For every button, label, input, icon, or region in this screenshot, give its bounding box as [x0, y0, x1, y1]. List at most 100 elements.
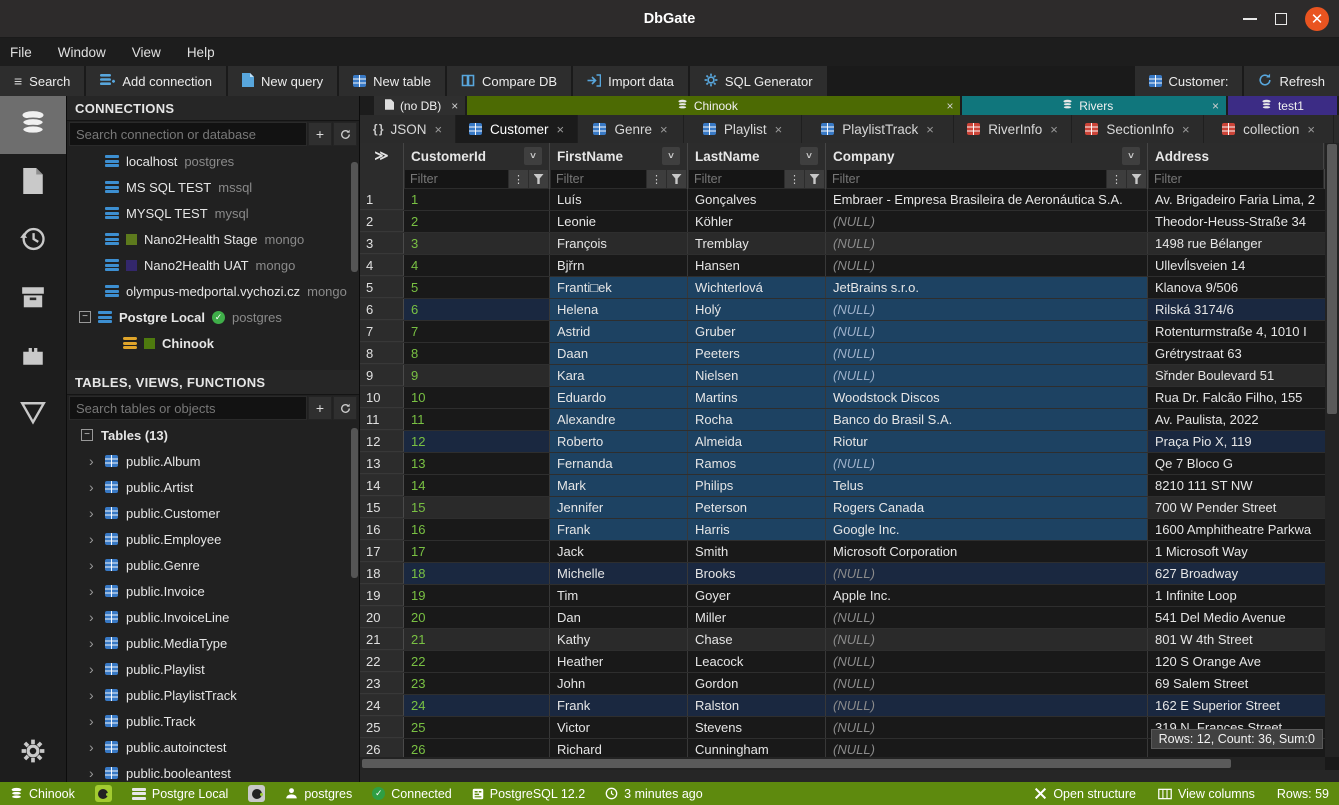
cell-lastname[interactable]: Almeida — [688, 431, 826, 452]
cell-firstname[interactable]: Roberto — [550, 431, 688, 452]
add-table-small-button[interactable]: + — [308, 396, 332, 420]
connection-item-olympusmedportalvychozicz[interactable]: olympus-medportal.vychozi.czmongo — [67, 278, 359, 304]
connection-item-chinook[interactable]: Chinook — [67, 330, 359, 356]
cell-firstname[interactable]: Jack — [550, 541, 688, 562]
new-table-button[interactable]: New table — [339, 66, 445, 96]
cell-company[interactable]: Telus — [826, 475, 1148, 496]
filter-input[interactable]: Filter — [689, 170, 784, 188]
table-item-publicartist[interactable]: ›public.Artist — [67, 474, 359, 500]
add-connection-button[interactable]: Add connection — [86, 66, 226, 96]
menu-file[interactable]: File — [10, 45, 32, 60]
table-item-publicinvoice[interactable]: ›public.Invoice — [67, 578, 359, 604]
cell-company[interactable]: (NULL) — [826, 365, 1148, 386]
row-number[interactable]: 2 — [360, 211, 404, 232]
row-number[interactable]: 1 — [360, 189, 404, 210]
cell-lastname[interactable]: Nielsen — [688, 365, 826, 386]
column-dropdown-icon[interactable]: ˅ — [800, 147, 818, 165]
cell-company[interactable]: Microsoft Corporation — [826, 541, 1148, 562]
filter-menu-button[interactable]: ⋮ — [785, 170, 804, 188]
close-icon[interactable]: × — [435, 122, 443, 137]
close-icon[interactable]: × — [1307, 122, 1315, 137]
cell-company[interactable]: (NULL) — [826, 651, 1148, 672]
cell-address[interactable]: 801 W 4th Street — [1148, 629, 1339, 650]
connection-item-nano2healthuat[interactable]: Nano2Health UATmongo — [67, 252, 359, 278]
cell-customerid[interactable]: 14 — [404, 475, 550, 496]
table-item-publicplaylist[interactable]: ›public.Playlist — [67, 656, 359, 682]
cell-address[interactable]: 162 E Superior Street — [1148, 695, 1339, 716]
close-icon[interactable]: × — [451, 99, 458, 113]
row-number[interactable]: 3 — [360, 233, 404, 254]
cell-address[interactable]: 120 S Orange Ave — [1148, 651, 1339, 672]
row-number[interactable]: 5 — [360, 277, 404, 298]
cell-address[interactable]: Ullevĺlsveien 14 — [1148, 255, 1339, 276]
cell-company[interactable]: JetBrains s.r.o. — [826, 277, 1148, 298]
cell-customerid[interactable]: 22 — [404, 651, 550, 672]
cell-lastname[interactable]: Ralston — [688, 695, 826, 716]
row-number[interactable]: 22 — [360, 651, 404, 672]
cell-lastname[interactable]: Rocha — [688, 409, 826, 430]
cell-company[interactable]: (NULL) — [826, 211, 1148, 232]
connection-item-mysqltest[interactable]: MYSQL TESTmysql — [67, 200, 359, 226]
cell-company[interactable]: (NULL) — [826, 563, 1148, 584]
connection-item-nano2healthstage[interactable]: Nano2Health Stagemongo — [67, 226, 359, 252]
cell-lastname[interactable]: Gordon — [688, 673, 826, 694]
cell-address[interactable]: 69 Salem Street — [1148, 673, 1339, 694]
tab-collection[interactable]: collection× — [1204, 115, 1334, 143]
column-header-company[interactable]: Company˅ — [826, 143, 1148, 169]
filter-funnel-button[interactable] — [529, 170, 548, 188]
view-columns-button[interactable]: View columns — [1158, 787, 1255, 801]
cell-company[interactable]: (NULL) — [826, 607, 1148, 628]
cell-address[interactable]: 541 Del Medio Avenue — [1148, 607, 1339, 628]
row-number[interactable]: 24 — [360, 695, 404, 716]
cell-lastname[interactable]: Harris — [688, 519, 826, 540]
cell-lastname[interactable]: Peterson — [688, 497, 826, 518]
cell-customerid[interactable]: 7 — [404, 321, 550, 342]
row-number[interactable]: 10 — [360, 387, 404, 408]
cell-firstname[interactable]: Kathy — [550, 629, 688, 650]
cell-customerid[interactable]: 8 — [404, 343, 550, 364]
row-number[interactable]: 25 — [360, 717, 404, 738]
cell-lastname[interactable]: Ramos — [688, 453, 826, 474]
cell-firstname[interactable]: Luís — [550, 189, 688, 210]
cell-customerid[interactable]: 17 — [404, 541, 550, 562]
row-number[interactable]: 6 — [360, 299, 404, 320]
cell-company[interactable]: Apple Inc. — [826, 585, 1148, 606]
table-item-publicautoinctest[interactable]: ›public.autoinctest — [67, 734, 359, 760]
row-number[interactable]: 9 — [360, 365, 404, 386]
tab-customer[interactable]: Customer× — [456, 115, 578, 143]
rail-run-item[interactable] — [0, 386, 66, 444]
cell-address[interactable]: Rua Dr. Falcão Filho, 155 — [1148, 387, 1339, 408]
cell-customerid[interactable]: 12 — [404, 431, 550, 452]
cell-address[interactable]: 8210 111 ST NW — [1148, 475, 1339, 496]
cell-address[interactable]: Av. Paulista, 2022 — [1148, 409, 1339, 430]
cell-firstname[interactable]: Bjřrn — [550, 255, 688, 276]
cell-customerid[interactable]: 18 — [404, 563, 550, 584]
filter-funnel-button[interactable] — [805, 170, 824, 188]
tab-playlisttrack[interactable]: PlaylistTrack× — [802, 115, 954, 143]
cell-lastname[interactable]: Wichterlová — [688, 277, 826, 298]
tab-riverinfo[interactable]: RiverInfo× — [954, 115, 1072, 143]
close-icon[interactable]: × — [946, 99, 953, 113]
cell-company[interactable]: (NULL) — [826, 343, 1148, 364]
cell-address[interactable]: Rotenturmstraße 4, 1010 I — [1148, 321, 1339, 342]
cell-company[interactable]: Google Inc. — [826, 519, 1148, 540]
cell-company[interactable]: (NULL) — [826, 695, 1148, 716]
cell-lastname[interactable]: Philips — [688, 475, 826, 496]
row-number[interactable]: 4 — [360, 255, 404, 276]
connection-item-localhost[interactable]: localhostpostgres — [67, 148, 359, 174]
row-number[interactable]: 26 — [360, 739, 404, 757]
table-item-publictrack[interactable]: ›public.Track — [67, 708, 359, 734]
rail-files-item[interactable] — [0, 154, 66, 212]
close-icon[interactable]: × — [926, 122, 934, 137]
cell-firstname[interactable]: John — [550, 673, 688, 694]
cell-firstname[interactable]: Victor — [550, 717, 688, 738]
database-tab-rivers[interactable]: Rivers× — [962, 96, 1226, 115]
row-number[interactable]: 20 — [360, 607, 404, 628]
cell-lastname[interactable]: Köhler — [688, 211, 826, 232]
minimize-icon[interactable] — [1243, 18, 1257, 20]
cell-lastname[interactable]: Gruber — [688, 321, 826, 342]
cell-firstname[interactable]: Eduardo — [550, 387, 688, 408]
cell-lastname[interactable]: Martins — [688, 387, 826, 408]
connections-search-input[interactable] — [69, 122, 307, 146]
close-icon[interactable]: × — [775, 122, 783, 137]
